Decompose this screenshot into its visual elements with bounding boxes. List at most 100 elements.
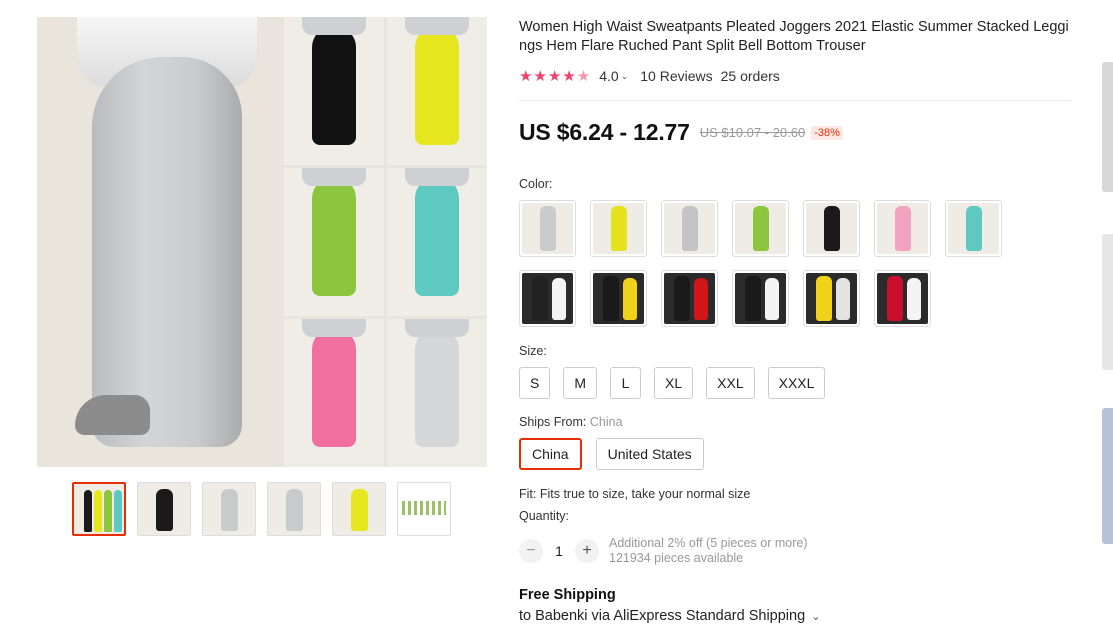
color-swatch[interactable] [803,270,860,327]
color-collage [284,17,487,467]
thumbnail[interactable] [72,482,126,536]
discount-badge: -38% [811,125,843,140]
size-option[interactable]: M [563,367,598,399]
collage-cell [387,168,487,316]
star-rating[interactable]: ★★★★★ [519,67,591,85]
swatch-image [877,203,928,254]
collage-waist [405,168,469,186]
size-chart-preview [402,501,446,515]
swatch-leg [694,278,708,320]
color-label: Color: [519,177,553,191]
stock-available: 121934 pieces available [609,551,744,565]
swatch-leg [682,206,698,251]
swatch-image [877,273,928,324]
color-swatch[interactable] [590,200,647,257]
shipping-detail[interactable]: to Babenki via AliExpress Standard Shipp… [519,608,820,624]
ships-from-option[interactable]: China [519,438,582,470]
size-label: Size: [519,344,547,358]
swatch-image [522,203,573,254]
quantity-info: Additional 2% off (5 pieces or more) 121… [609,536,807,566]
swatch-leg [836,278,850,320]
thumbnail[interactable] [267,482,321,536]
swatch-leg [753,206,769,251]
orders-count: 25 orders [720,68,780,84]
quantity-label: Quantity: [519,509,570,523]
swatch-leg [824,206,840,251]
swatch-leg [966,206,982,251]
recommendation-image[interactable] [1102,408,1113,544]
size-option[interactable]: L [610,367,642,399]
recommendation-image[interactable] [1102,234,1113,370]
ships-from-option[interactable]: United States [595,438,704,470]
half-star-icon: ★ [576,68,592,85]
swatch-leg [816,276,832,321]
thumbnail-leg [156,489,173,531]
collage-leg [312,329,356,447]
color-swatch[interactable] [519,200,576,257]
swatch-image [806,203,857,254]
color-swatch[interactable] [661,270,718,327]
color-swatch[interactable] [803,200,860,257]
swatch-leg [765,278,779,320]
color-swatch[interactable] [661,200,718,257]
size-option[interactable]: XXL [706,367,755,399]
thumbnail-leg [84,490,92,532]
reviews-link[interactable]: 10 Reviews [640,68,712,84]
size-option[interactable]: S [519,367,551,399]
swatch-leg [887,276,903,321]
swatch-leg [895,206,911,251]
fit-note: Fit: Fits true to size, take your normal… [519,487,751,501]
swatch-image [948,203,999,254]
color-swatch[interactable] [519,270,576,327]
rating-value[interactable]: 4.0 [599,68,618,84]
size-options: S M L XL XXL XXXL [519,367,826,399]
collage-cell [284,168,384,316]
recommendation-image[interactable] [1102,62,1113,192]
free-shipping-title: Free Shipping [519,587,616,603]
product-title: Women High Waist Sweatpants Pleated Jogg… [519,19,1069,54]
collage-cell [387,319,487,467]
swatch-leg [674,276,690,321]
ships-from-label-text: Ships From: [519,415,587,429]
original-price: US $10.07 - 20.60 [699,125,806,140]
collage-leg [312,178,356,296]
quantity-input[interactable]: 1 [543,543,575,559]
collage-leg [415,178,459,296]
thumbnail-leg [94,490,102,532]
quantity-increase-button[interactable]: + [575,539,599,563]
swatch-leg [611,206,627,251]
thumbnail[interactable] [137,482,191,536]
swatch-leg [552,278,566,320]
model-shoe [75,395,150,435]
divider [519,100,1071,101]
size-option[interactable]: XXXL [767,367,826,399]
color-swatch[interactable] [874,200,931,257]
color-swatch[interactable] [732,200,789,257]
swatch-image [664,273,715,324]
color-swatch[interactable] [945,200,1002,257]
size-option[interactable]: XL [654,367,694,399]
ships-from-label: Ships From: China [519,415,623,429]
thumbnail[interactable] [397,482,451,536]
shipping-detail-text: to Babenki via AliExpress Standard Shipp… [519,608,806,624]
swatch-leg [603,276,619,321]
collage-leg [312,27,356,145]
color-swatch[interactable] [732,270,789,327]
thumbnail[interactable] [332,482,386,536]
bulk-discount-note: Additional 2% off (5 pieces or more) [609,536,808,550]
quantity-decrease-button[interactable]: − [519,539,543,563]
chevron-down-icon[interactable]: ⌄ [621,71,629,82]
collage-leg [415,329,459,447]
ships-from-options: China United States [519,438,704,470]
thumbnail-leg [114,490,122,532]
swatch-image [806,273,857,324]
swatch-image [522,273,573,324]
collage-waist [302,319,366,337]
color-swatch[interactable] [590,270,647,327]
main-product-image[interactable] [37,17,487,467]
thumbnail[interactable] [202,482,256,536]
collage-waist [302,17,366,35]
color-swatch[interactable] [874,270,931,327]
swatch-image [735,203,786,254]
rating-row: ★★★★★ 4.0 ⌄ 10 Reviews 25 orders [519,67,780,85]
